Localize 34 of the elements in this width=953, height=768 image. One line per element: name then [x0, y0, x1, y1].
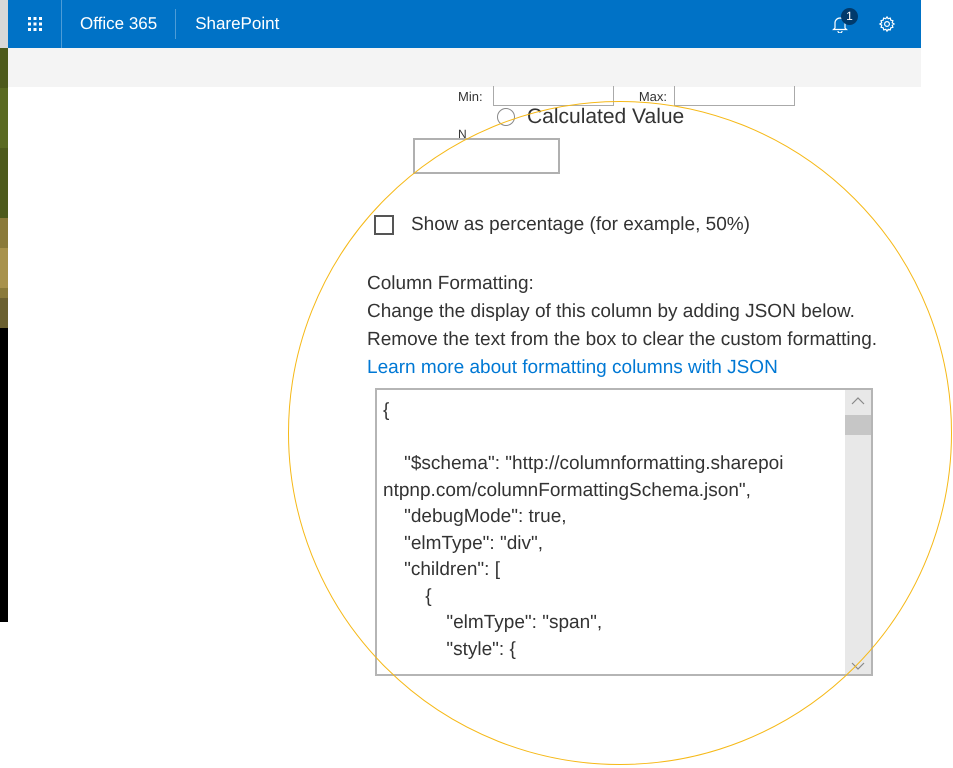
section-heading: Column Formatting: [367, 272, 534, 296]
field-label: N [458, 128, 467, 140]
max-field[interactable] [674, 86, 795, 106]
radio-button[interactable] [497, 108, 515, 126]
bell-icon [832, 16, 848, 32]
checkbox[interactable] [374, 215, 394, 235]
scroll-up-icon[interactable] [851, 397, 865, 405]
notification-button[interactable]: 1 [822, 4, 858, 44]
code-line: "$schema": "http://columnformatting.sharepoi [403, 452, 784, 476]
code-line: ntpnp.com/columnFormattingSchema.json", [383, 478, 751, 502]
json-editor[interactable]: { "$schema": "http://columnformatting.sharepoi ntpnp.com/columnFormattingSchema.json", "debugMode": true, "elmType": "div", "children": [ { "elmType": "span", "style": { [375, 388, 873, 676]
code-line: "elmType": "span", [445, 611, 602, 635]
scrollbar-thumb[interactable] [845, 415, 871, 435]
code-line: { [383, 399, 390, 423]
code-line: { [424, 584, 432, 608]
checkbox-label: Show as percentage (for example, 50%) [411, 212, 750, 237]
description-text: Remove the text from the box to clear the custom formatting. [367, 328, 878, 352]
code-line: "children": [ [403, 558, 500, 582]
description-text: Change the display of this column by adding JSON below. [367, 300, 855, 324]
scroll-down-icon[interactable] [851, 662, 865, 670]
option-label: Calculated Value [527, 105, 684, 129]
site-name-link[interactable]: SharePoint [176, 11, 298, 37]
code-line: "elmType": "div", [403, 532, 544, 556]
max-label: Max: [638, 88, 668, 106]
learn-more-link[interactable]: Learn more about formatting columns with JSON [367, 354, 778, 382]
scrollbar[interactable] [845, 390, 871, 674]
min-label: Min: [458, 88, 484, 106]
app-name-link[interactable]: Office 365 [62, 11, 176, 37]
code-line: "style": { [445, 638, 516, 662]
number-field[interactable] [413, 138, 560, 174]
code-line: "debugMode": true, [403, 505, 567, 529]
notification-badge: 1 [841, 8, 858, 25]
min-field[interactable] [493, 86, 614, 106]
edge-strip [0, 0, 8, 48]
